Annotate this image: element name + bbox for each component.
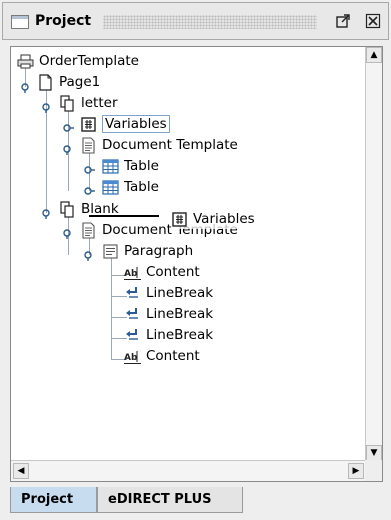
tree-node-content[interactable]: Ab Content [124, 346, 200, 366]
paragraph-icon [102, 243, 119, 260]
tree-node-linebreak[interactable]: LineBreak [124, 325, 213, 345]
drop-indicator [89, 215, 159, 217]
variables-icon [80, 116, 97, 133]
tree-node-linebreak[interactable]: LineBreak [124, 283, 213, 303]
tree-node-table[interactable]: Table [102, 177, 159, 197]
tree-node-label: Variables [102, 115, 170, 133]
drag-grip[interactable] [103, 15, 317, 29]
tree-node-ordertemplate[interactable]: OrderTemplate [17, 51, 139, 71]
pages-icon [59, 200, 76, 218]
variables-icon [171, 211, 188, 228]
expand-handle[interactable] [62, 122, 74, 134]
scroll-down-icon[interactable]: ▼ [366, 445, 382, 461]
printer-icon [17, 53, 34, 70]
tree-node-label: Content [146, 348, 200, 364]
vertical-scrollbar[interactable]: ▲ ▼ [365, 47, 382, 461]
tree-node-content[interactable]: Ab Content [124, 262, 200, 282]
expand-handle[interactable] [83, 164, 95, 176]
project-tree[interactable]: OrderTemplate Page1 letter Variables Doc… [10, 46, 383, 482]
document-template-icon [80, 221, 97, 239]
tree-node-label: LineBreak [146, 327, 214, 343]
tree-connector [111, 255, 112, 359]
tree-viewport: OrderTemplate Page1 letter Variables Doc… [11, 47, 366, 461]
drag-ghost-label: Variables [193, 211, 255, 227]
tree-node-label: Paragraph [124, 243, 194, 259]
page-icon [37, 73, 54, 91]
tree-node-paragraph[interactable]: Paragraph [102, 241, 193, 261]
collapse-handle[interactable] [62, 227, 74, 239]
horizontal-scrollbar[interactable]: ◀ ▶ [11, 460, 366, 481]
maximize-icon[interactable] [333, 13, 353, 31]
collapse-handle[interactable] [62, 143, 74, 155]
tab-edirect-plus[interactable]: eDIRECT PLUS [97, 487, 243, 513]
tree-node-variables[interactable]: Variables [80, 114, 170, 134]
scroll-right-icon[interactable]: ▶ [348, 463, 364, 479]
svg-text:Ab: Ab [124, 353, 138, 363]
collapse-handle[interactable] [41, 207, 53, 219]
tree-node-label: letter [81, 95, 118, 111]
tree-node-label: LineBreak [146, 306, 214, 322]
collapse-handle[interactable] [20, 81, 32, 93]
tree-node-document-template[interactable]: Document Template [80, 135, 238, 155]
text-content-icon: Ab [124, 348, 141, 365]
window-icon [11, 15, 29, 29]
panel-title: Project [35, 13, 92, 29]
pages-icon [59, 94, 76, 112]
tree-node-page1[interactable]: Page1 [37, 72, 100, 92]
collapse-handle[interactable] [83, 249, 95, 261]
scroll-left-icon[interactable]: ◀ [13, 463, 29, 479]
tree-node-label: Document Template [102, 137, 238, 153]
table-icon [102, 179, 119, 196]
tree-node-label: Table [124, 179, 159, 195]
tree-node-letter[interactable]: letter [59, 93, 118, 113]
tree-node-label: Content [146, 264, 200, 280]
scroll-up-icon[interactable]: ▲ [366, 47, 382, 63]
scroll-corner [365, 460, 382, 481]
linebreak-icon [124, 327, 141, 344]
tree-node-label: LineBreak [146, 285, 214, 301]
tab-project[interactable]: Project [10, 487, 97, 513]
drag-ghost: Variables [171, 209, 255, 229]
tree-node-table[interactable]: Table [102, 156, 159, 176]
linebreak-icon [124, 285, 141, 302]
panel-title-bar[interactable]: Project [2, 2, 389, 40]
project-panel: Project OrderTemplate Page1 letter Varia… [0, 0, 391, 520]
tree-node-label: Table [124, 158, 159, 174]
table-icon [102, 158, 119, 175]
tree-node-label: OrderTemplate [39, 53, 139, 69]
tree-node-label: Page1 [59, 74, 101, 90]
document-template-icon [80, 136, 97, 154]
expand-handle[interactable] [83, 185, 95, 197]
close-icon[interactable] [363, 13, 383, 31]
text-content-icon: Ab [124, 264, 141, 281]
tree-node-linebreak[interactable]: LineBreak [124, 304, 213, 324]
svg-text:Ab: Ab [124, 269, 138, 279]
collapse-handle[interactable] [41, 101, 53, 113]
linebreak-icon [124, 306, 141, 323]
